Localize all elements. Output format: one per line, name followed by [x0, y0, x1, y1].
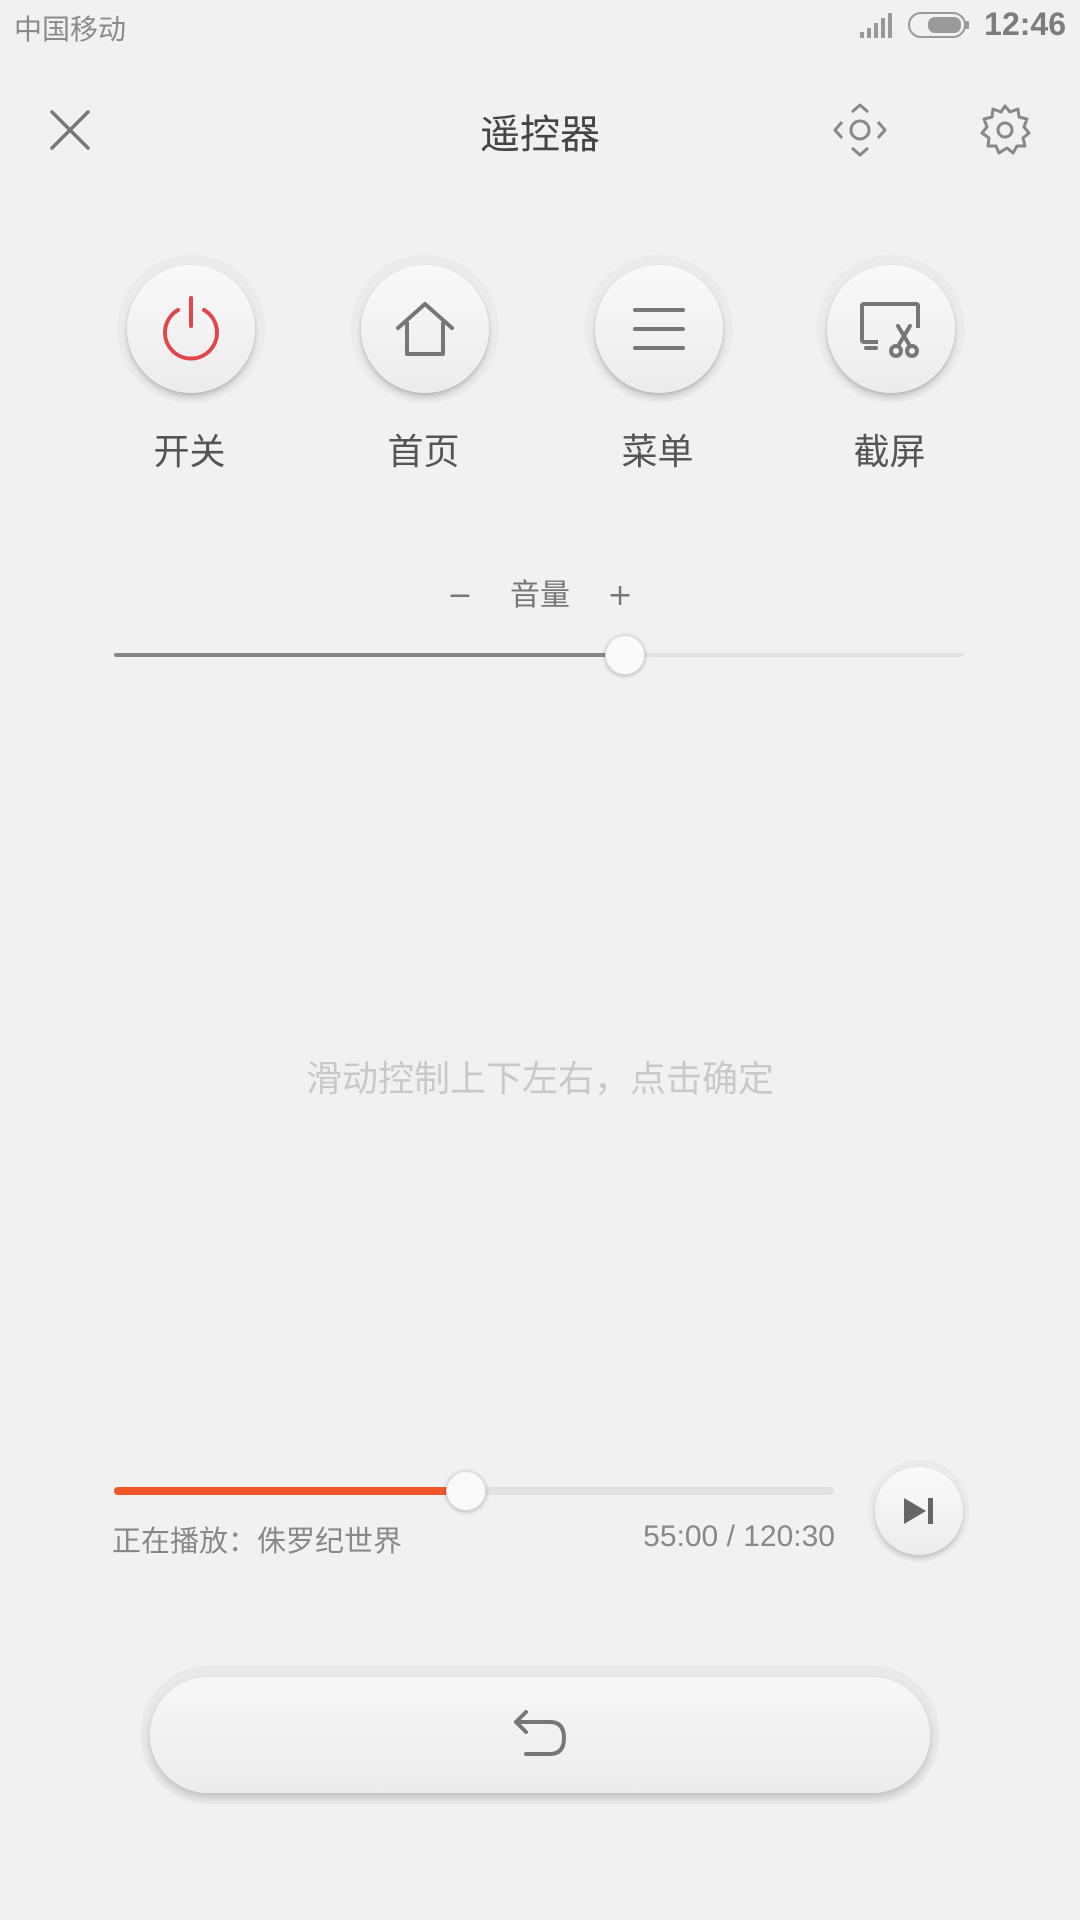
- menu-button-ring: [585, 255, 733, 403]
- playback-progress-thumb[interactable]: [446, 1471, 486, 1511]
- back-button[interactable]: [150, 1677, 930, 1793]
- page-title: 遥控器: [480, 112, 600, 158]
- dpad-mode-button[interactable]: [820, 90, 900, 170]
- now-playing-text: 正在播放：侏罗纪世界: [112, 1524, 403, 1558]
- status-bar: 中国移动 12:46: [0, 0, 1080, 54]
- playback-progress-fill: [114, 1487, 465, 1495]
- screenshot-icon: [860, 302, 920, 358]
- carrier-name: 中国移动: [14, 13, 127, 46]
- signal-icon: [860, 12, 893, 38]
- playback-time: 55:00 / 120:30: [643, 1520, 835, 1553]
- volume-slider-thumb[interactable]: [605, 635, 645, 675]
- home-button-ring: [351, 255, 499, 403]
- menu-button-face: [595, 265, 723, 393]
- clock: 12:46: [984, 6, 1066, 42]
- volume-slider-track[interactable]: [114, 653, 964, 657]
- power-button-ring: [117, 255, 265, 403]
- screenshot-label: 截屏: [853, 432, 926, 473]
- gear-icon: [980, 104, 1031, 155]
- header: 遥控器: [0, 80, 1080, 180]
- volume-label: 音量: [510, 578, 570, 613]
- power-label: 开关: [153, 432, 226, 473]
- screenshot-button-ring: [817, 255, 965, 403]
- volume-slider-fill: [114, 653, 624, 657]
- volume-up-button[interactable]: +: [608, 578, 633, 613]
- home-button[interactable]: 首页: [351, 255, 499, 475]
- dpad-icon: [833, 103, 887, 157]
- next-button[interactable]: [875, 1467, 963, 1555]
- power-icon: [163, 296, 219, 361]
- skip-next-icon: [904, 1498, 933, 1524]
- menu-button[interactable]: 菜单: [585, 255, 733, 475]
- volume-header: − 音量 +: [0, 570, 1080, 614]
- volume-down-button[interactable]: −: [447, 578, 472, 613]
- status-icons: 12:46: [860, 6, 1066, 43]
- back-button-ring: [140, 1666, 940, 1804]
- battery-icon: [908, 11, 970, 38]
- home-button-face: [361, 265, 489, 393]
- back-arrow-icon: [514, 1710, 567, 1756]
- settings-button[interactable]: [965, 90, 1045, 170]
- touchpad-hint: 滑动控制上下左右，点击确定: [305, 1059, 774, 1100]
- power-button-face: [127, 265, 255, 393]
- menu-icon: [633, 308, 685, 350]
- home-label: 首页: [387, 432, 460, 473]
- next-button-ring: [868, 1460, 970, 1562]
- screenshot-button[interactable]: 截屏: [817, 255, 965, 475]
- menu-label: 菜单: [621, 432, 694, 473]
- screenshot-button-face: [827, 265, 955, 393]
- power-button[interactable]: 开关: [117, 255, 265, 475]
- home-icon: [396, 302, 454, 356]
